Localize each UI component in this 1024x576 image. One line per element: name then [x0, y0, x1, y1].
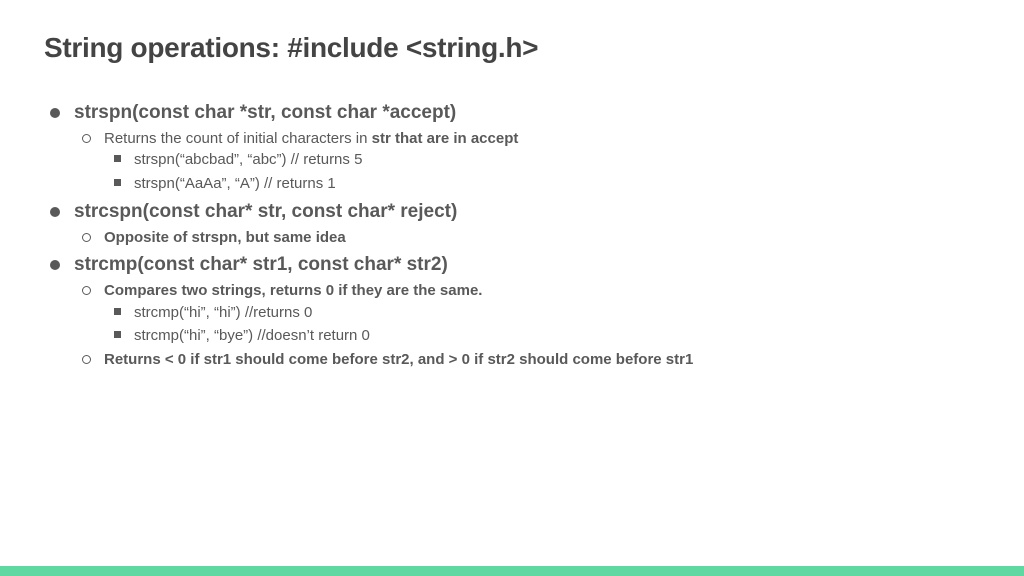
list-item-text: strcmp(const char* str1, const char* str…	[74, 252, 980, 278]
sub-list: Opposite of strspn, but same idea	[74, 227, 980, 249]
sub-list-item: Returns < 0 if str1 should come before s…	[74, 349, 980, 371]
list-item-text: strcspn(const char* str, const char* rej…	[74, 199, 980, 225]
bullet-list: strspn(const char *str, const char *acce…	[44, 100, 980, 371]
sub-list-item: Compares two strings, returns 0 if they …	[74, 280, 980, 347]
list-item: strcmp(const char* str1, const char* str…	[44, 252, 980, 371]
sub-sub-list-item-text: strcmp(“hi”, “bye”) //doesn’t return 0	[134, 325, 980, 347]
sub-list-item: Opposite of strspn, but same idea	[74, 227, 980, 249]
sub-list-item: Returns the count of initial characters …	[74, 128, 980, 195]
slide: String operations: #include <string.h> s…	[0, 0, 1024, 576]
sub-list-item-text: Returns the count of initial characters …	[104, 128, 980, 150]
list-item: strcspn(const char* str, const char* rej…	[44, 199, 980, 248]
sub-sub-list-item-text: strspn(“AaAa”, “A”) // returns 1	[134, 173, 980, 195]
sub-list-item-text: Returns < 0 if str1 should come before s…	[104, 349, 980, 371]
sub-sub-list-item: strspn(“abcbad”, “abc”) // returns 5	[104, 149, 980, 171]
sub-list: Returns the count of initial characters …	[74, 128, 980, 195]
list-item: strspn(const char *str, const char *acce…	[44, 100, 980, 195]
slide-title: String operations: #include <string.h>	[44, 32, 980, 64]
footer-accent-bar	[0, 566, 1024, 576]
sub-sub-list-item: strcmp(“hi”, “hi”) //returns 0	[104, 302, 980, 324]
sub-sub-list-item: strcmp(“hi”, “bye”) //doesn’t return 0	[104, 325, 980, 347]
sub-list: Compares two strings, returns 0 if they …	[74, 280, 980, 371]
sub-sub-list-item-text: strspn(“abcbad”, “abc”) // returns 5	[134, 149, 980, 171]
sub-sub-list: strspn(“abcbad”, “abc”) // returns 5strs…	[104, 149, 980, 195]
sub-sub-list: strcmp(“hi”, “hi”) //returns 0strcmp(“hi…	[104, 302, 980, 348]
sub-sub-list-item: strspn(“AaAa”, “A”) // returns 1	[104, 173, 980, 195]
sub-list-item-text: Compares two strings, returns 0 if they …	[104, 280, 980, 302]
list-item-text: strspn(const char *str, const char *acce…	[74, 100, 980, 126]
sub-sub-list-item-text: strcmp(“hi”, “hi”) //returns 0	[134, 302, 980, 324]
sub-list-item-text: Opposite of strspn, but same idea	[104, 227, 980, 249]
